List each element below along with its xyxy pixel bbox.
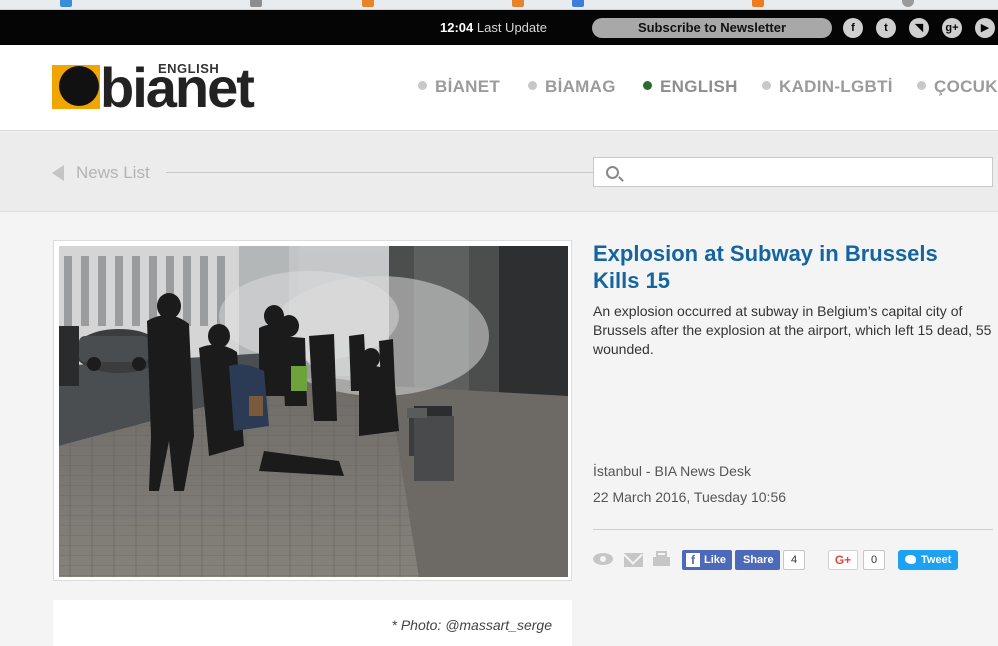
nav-dot [643,81,652,90]
mail-icon[interactable] [624,553,643,567]
tweet-button[interactable]: Tweet [898,550,959,570]
like-label: Like [704,554,727,566]
meta-divider [593,529,993,530]
logo-circle [59,66,99,106]
search-box[interactable] [593,157,993,187]
article-photo-frame [53,240,572,581]
article-location: İstanbul - BIA News Desk [593,463,751,479]
top-bar: 12:04 Last Update Subscribe to Newslette… [0,10,998,45]
nav-dot [418,81,427,90]
site-header: bianet ENGLISH BİANET BİAMAG ENGLISH KAD… [0,45,998,131]
facebook-icon[interactable]: f [843,18,863,38]
news-list-link[interactable]: News List [76,163,150,183]
logo-edition: ENGLISH [158,61,220,76]
photo-illustration [59,246,568,577]
nav-dot [762,81,771,90]
print-icon[interactable] [653,551,670,568]
subscribe-newsletter-button[interactable]: Subscribe to Newsletter [592,18,832,38]
last-update-time: 12:04 [440,20,474,35]
bookmark-icon[interactable] [902,0,914,7]
share-toolbar: f Like Share 4 G+ 0 Tweet [593,549,993,571]
eye-icon [593,553,613,565]
nav-item-cocuk[interactable]: ÇOCUK [917,77,998,97]
print-icon-body [653,557,670,566]
bookmark-icon[interactable] [362,0,374,7]
bianet-logo[interactable]: bianet ENGLISH [52,56,287,119]
bookmarks-bar [0,0,998,10]
googleplus-count: 0 [863,550,886,570]
googleplus-icon[interactable]: g+ [942,18,962,38]
nav-label: ÇOCUK [934,77,998,96]
search-band: News List [0,132,998,212]
facebook-icon: f [686,553,700,567]
nav-label: ENGLISH [660,77,738,96]
nav-dot [917,81,926,90]
googleplus-button[interactable]: G+ [828,550,858,570]
tweet-label: Tweet [921,554,952,566]
nav-dot [528,81,537,90]
twitter-bird-icon [905,555,916,564]
nav-label: BİANET [435,77,501,96]
facebook-share-button[interactable]: Share [735,550,780,570]
facebook-like-button[interactable]: f Like [682,550,733,570]
article-photo[interactable] [59,246,568,577]
rss-icon[interactable]: ◥ [909,18,929,38]
nav-item-bianet[interactable]: BİANET [418,77,500,97]
bookmark-icon[interactable] [572,0,584,7]
youtube-icon[interactable]: ▶ [975,18,995,38]
article-date: 22 March 2016, Tuesday 10:56 [593,489,787,505]
share-count: 4 [783,550,806,570]
bookmark-icon[interactable] [60,0,72,7]
twitter-icon[interactable]: t [876,18,896,38]
search-icon[interactable] [606,166,619,179]
article-title: Explosion at Subway in Brussels Kills 15 [593,241,938,293]
nav-item-kadin-lgbti[interactable]: KADIN-LGBTİ [762,77,893,97]
photo-caption: * Photo: @massart_serge [391,617,552,633]
nav-label: BİAMAG [545,77,616,96]
search-input[interactable] [628,162,983,182]
bookmark-icon[interactable] [752,0,764,7]
nav-label: KADIN-LGBTİ [779,77,893,96]
nav-item-english[interactable]: ENGLISH [643,77,738,97]
article-summary: An explosion occurred at subway in Belgi… [593,303,992,357]
back-arrow-icon[interactable] [52,165,64,181]
bookmark-icon[interactable] [250,0,262,7]
divider-line [166,172,594,173]
nav-item-biamag[interactable]: BİAMAG [528,77,616,97]
photo-caption-box: * Photo: @massart_serge [53,600,572,646]
bookmark-icon[interactable] [512,0,524,7]
last-update-label: Last Update [476,20,547,35]
last-update: 12:04 Last Update [440,20,547,35]
